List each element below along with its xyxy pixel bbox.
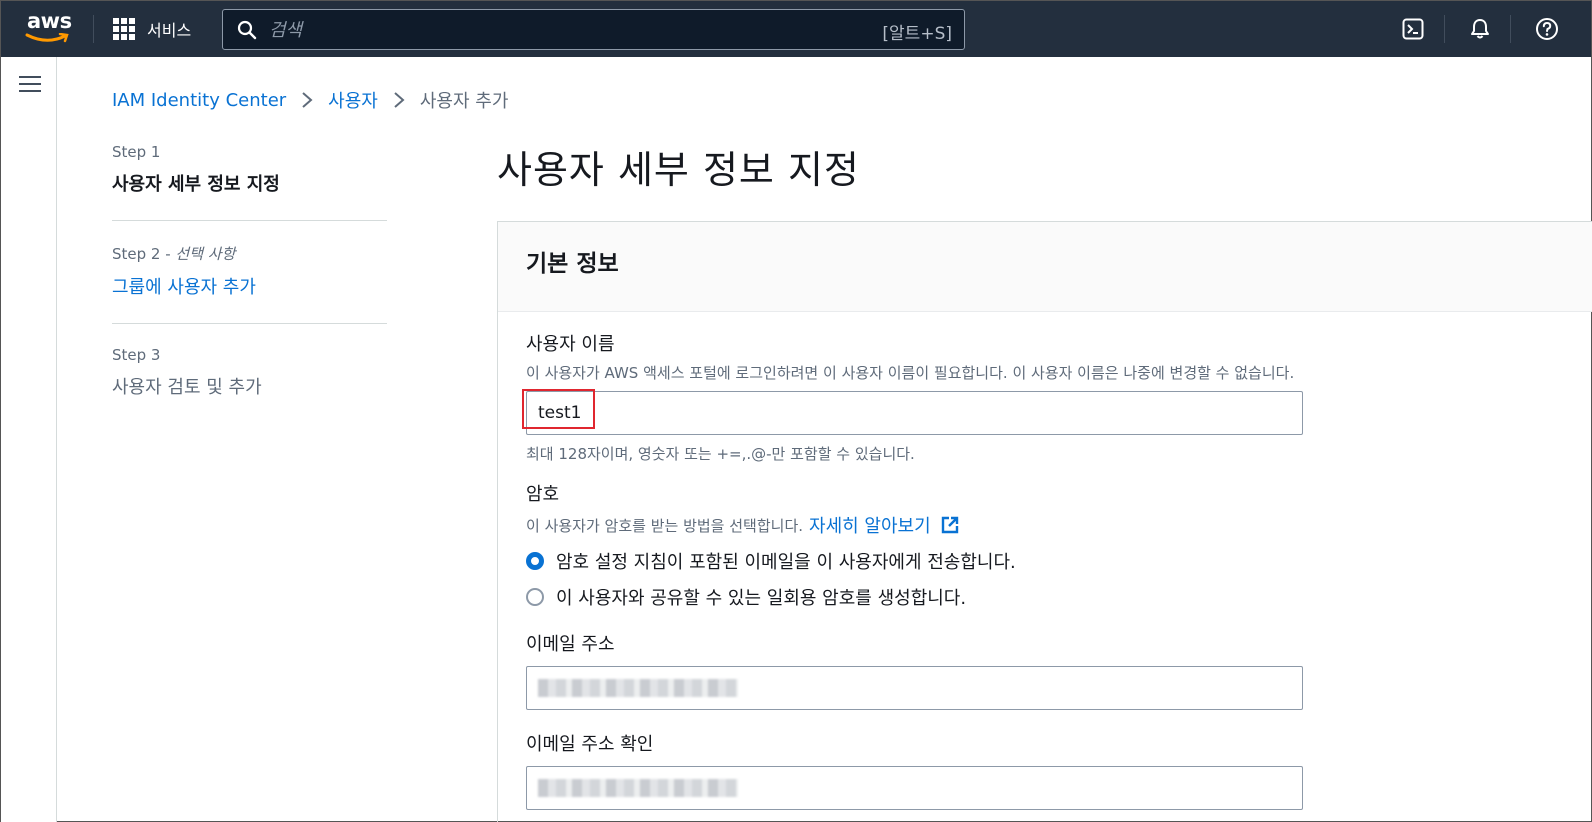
nav-divider — [1444, 15, 1445, 43]
wizard-step-1: Step 1 사용자 세부 정보 지정 — [112, 143, 387, 196]
notifications-button[interactable] — [1466, 15, 1494, 43]
highlight-box — [522, 389, 595, 429]
container-header: 기본 정보 — [498, 222, 1592, 312]
step-title: 사용자 세부 정보 지정 — [112, 174, 280, 195]
step-optional-label: 선택 사항 — [175, 245, 236, 263]
search-input[interactable] — [269, 16, 829, 44]
radio-button-checked[interactable] — [526, 552, 544, 570]
radio-label: 암호 설정 지침이 포함된 이메일을 이 사용자에게 전송합니다. — [556, 552, 1016, 573]
search-shortcut-hint: [알트+S] — [882, 24, 952, 44]
email-field: 이메일 주소 — [526, 630, 1303, 710]
wizard-step-3: Step 3 사용자 검토 및 추가 — [112, 346, 387, 399]
side-navigation-strip — [1, 57, 57, 822]
radio-send-email[interactable]: 암호 설정 지침이 포함된 이메일을 이 사용자에게 전송합니다. — [526, 548, 1016, 574]
password-description: 이 사용자가 암호를 받는 방법을 선택합니다. 자세히 알아보기 — [526, 512, 1016, 538]
username-input[interactable]: test1 — [522, 389, 1303, 435]
section-title: 기본 정보 — [526, 251, 619, 277]
aws-logo[interactable]: aws — [25, 9, 73, 47]
breadcrumb-link-identity-center[interactable]: IAM Identity Center — [112, 90, 286, 111]
search-bar[interactable]: [알트+S] — [222, 9, 965, 50]
step-divider — [112, 220, 387, 221]
redacted-value — [538, 679, 738, 697]
terminal-icon — [1402, 18, 1424, 40]
basic-info-container: 기본 정보 사용자 이름 이 사용자가 AWS 액세스 포털에 로그인하려면 이… — [497, 221, 1592, 822]
wizard-step-2: Step 2 - 선택 사항 그룹에 사용자 추가 — [112, 243, 387, 299]
breadcrumb-link-users[interactable]: 사용자 — [328, 87, 378, 113]
radio-label: 이 사용자와 공유할 수 있는 일회용 암호를 생성합니다. — [556, 588, 967, 609]
username-constraint-hint: 최대 128자이며, 영숫자 또는 +=,.@-만 포함할 수 있습니다. — [526, 445, 915, 463]
email-label: 이메일 주소 — [526, 634, 615, 655]
grid-icon — [113, 18, 135, 40]
top-navigation: aws 서비스 [알트+S] — [1, 1, 1591, 57]
aws-smile-icon — [25, 33, 69, 43]
step-title-link[interactable]: 그룹에 사용자 추가 — [112, 273, 387, 299]
page-title: 사용자 세부 정보 지정 — [497, 148, 860, 192]
services-label: 서비스 — [147, 21, 192, 40]
email-input[interactable] — [526, 666, 1303, 710]
breadcrumb-current: 사용자 추가 — [419, 91, 509, 112]
radio-generate-otp[interactable]: 이 사용자와 공유할 수 있는 일회용 암호를 생성합니다. — [526, 584, 1016, 610]
password-label: 암호 — [526, 484, 560, 505]
step-number: Step 3 — [112, 346, 161, 364]
help-icon — [1536, 18, 1558, 40]
redacted-value — [538, 779, 738, 797]
external-link-icon — [942, 516, 959, 534]
username-description: 이 사용자가 AWS 액세스 포털에 로그인하려면 이 사용자 이름이 필요합니… — [526, 364, 1295, 382]
menu-toggle-icon[interactable] — [19, 76, 41, 94]
step-title: 사용자 검토 및 추가 — [112, 377, 262, 398]
chevron-right-icon — [301, 91, 313, 109]
cloudshell-button[interactable] — [1399, 15, 1427, 43]
email-confirm-label: 이메일 주소 확인 — [526, 734, 654, 755]
username-label: 사용자 이름 — [526, 334, 615, 355]
step-number: Step 2 - 선택 사항 — [112, 245, 236, 263]
aws-logo-text: aws — [27, 9, 72, 33]
chevron-right-icon — [393, 91, 405, 109]
services-menu-button[interactable]: 서비스 — [113, 15, 191, 43]
wizard-steps: Step 1 사용자 세부 정보 지정 Step 2 - 선택 사항 그룹에 사… — [112, 143, 387, 399]
email-confirm-field: 이메일 주소 확인 — [526, 730, 1303, 810]
learn-more-link[interactable]: 자세히 알아보기 — [809, 512, 960, 538]
email-confirm-input[interactable] — [526, 766, 1303, 810]
nav-divider — [1510, 15, 1511, 43]
breadcrumb: IAM Identity Center 사용자 사용자 추가 — [112, 87, 508, 113]
bell-icon — [1471, 19, 1489, 39]
radio-button[interactable] — [526, 588, 544, 606]
help-button[interactable] — [1533, 15, 1561, 43]
username-field: 사용자 이름 이 사용자가 AWS 액세스 포털에 로그인하려면 이 사용자 이… — [522, 330, 1303, 464]
nav-divider — [93, 15, 94, 43]
password-field: 암호 이 사용자가 암호를 받는 방법을 선택합니다. 자세히 알아보기 암호 … — [526, 480, 1016, 610]
search-icon — [237, 20, 257, 40]
step-number: Step 1 — [112, 143, 161, 161]
step-divider — [112, 323, 387, 324]
